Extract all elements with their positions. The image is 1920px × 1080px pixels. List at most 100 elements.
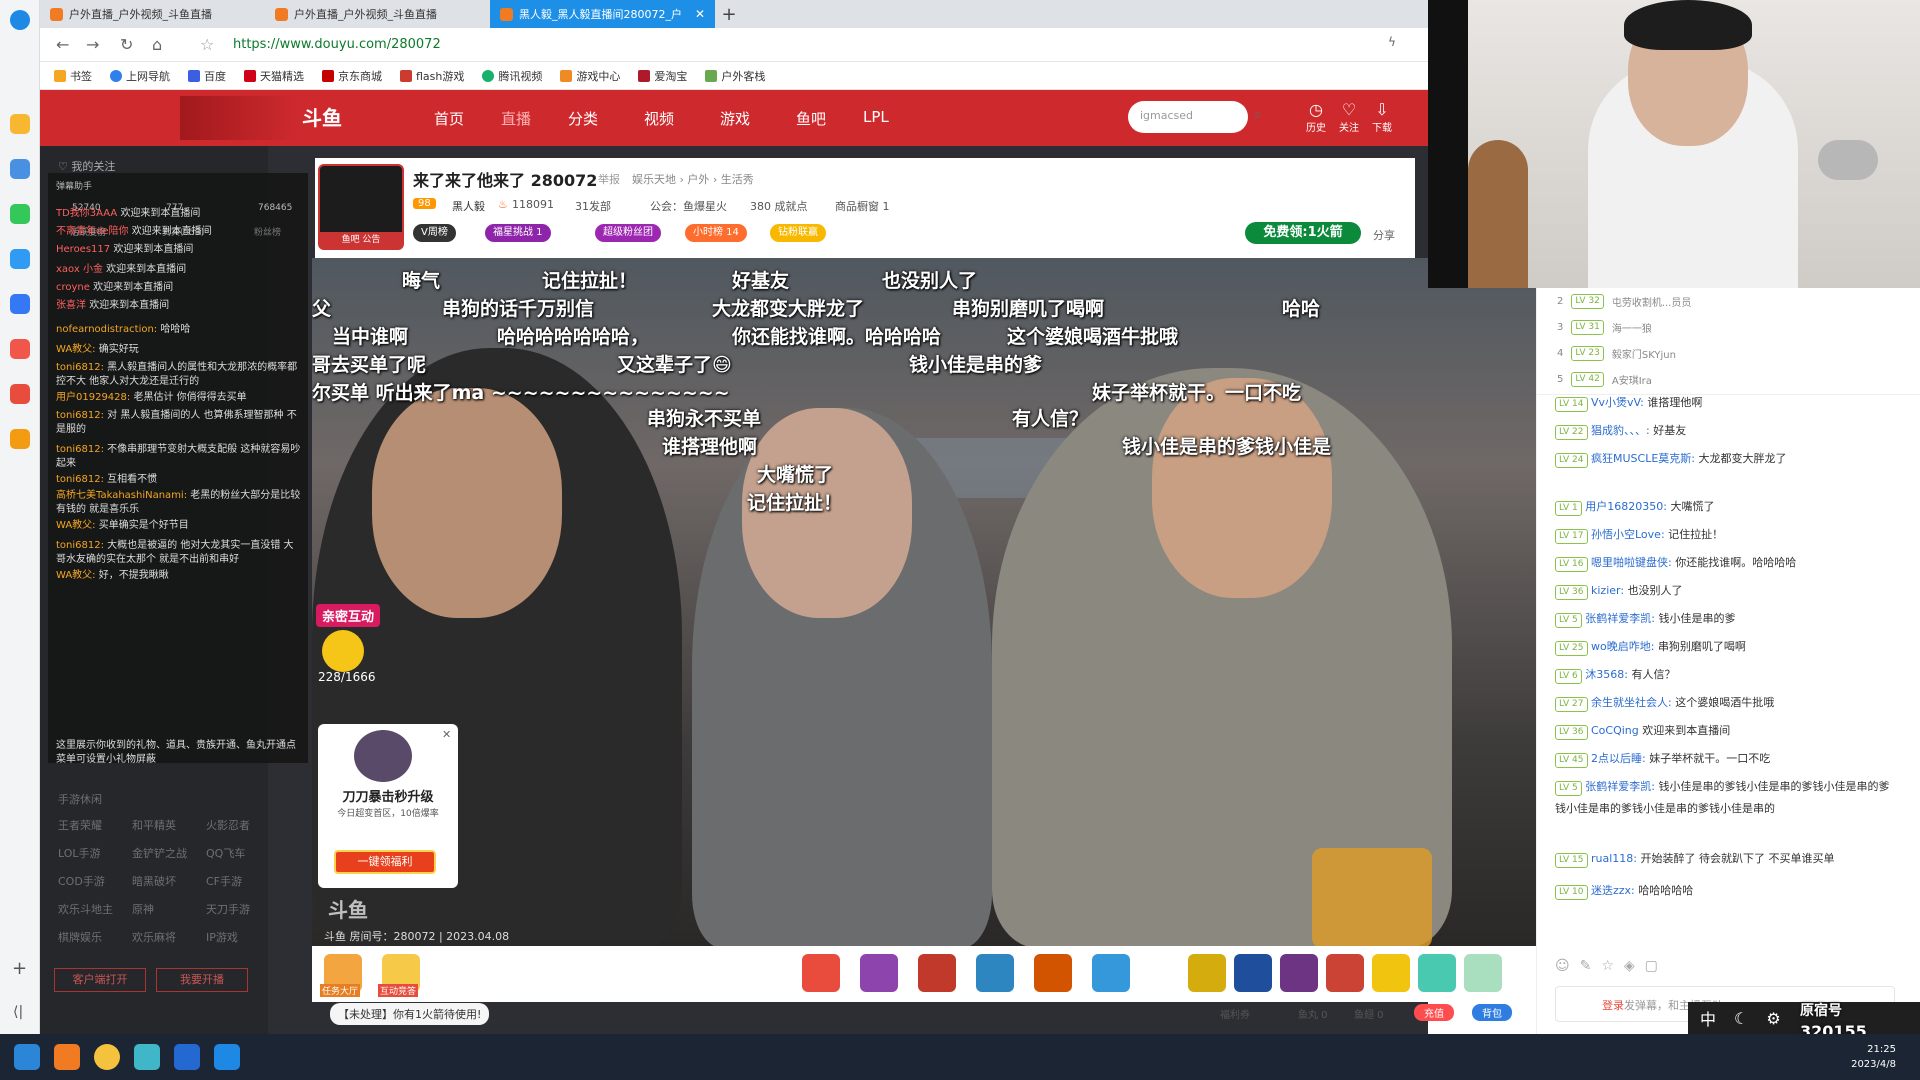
message-user[interactable]: 张喜洋 — [56, 300, 86, 311]
live-video-player[interactable]: 晦气 记住拉扯！ 好基友 也没别人了父串狗的话千万别信 大龙都变大胖龙了 串狗别磨叽了喝啊… — [312, 258, 1536, 946]
favorites-icon[interactable] — [10, 114, 30, 134]
nav-live[interactable]: 直播 — [501, 108, 531, 129]
chat-user[interactable]: 张鹤祥爱李凯: — [1585, 780, 1655, 793]
bookmark-item[interactable]: flash游戏 — [400, 68, 464, 84]
chat-user[interactable]: 猖成豹、、、: — [1591, 424, 1650, 437]
message-user[interactable]: WA教父: — [56, 570, 96, 581]
app-icon[interactable] — [54, 1044, 80, 1070]
close-icon[interactable]: ✕ — [442, 728, 451, 741]
new-tab-button[interactable]: + — [715, 0, 743, 28]
fish-treasure-icon[interactable] — [1092, 954, 1130, 992]
bookmark-item[interactable]: 京东商城 — [322, 68, 382, 84]
home-icon[interactable]: ⌂ — [152, 35, 162, 54]
sidebar-item[interactable]: 欢乐斗地主 — [58, 901, 113, 917]
bookmark-item[interactable]: 腾讯视频 — [482, 68, 542, 84]
interaction-label[interactable]: 亲密互动 — [316, 604, 381, 627]
category-breadcrumb[interactable]: 娱乐天地 › 户外 › 生活秀 — [632, 171, 754, 187]
sidebar-item[interactable]: COD手游 — [58, 873, 105, 889]
collapse-icon[interactable]: ⟨| — [13, 1004, 23, 1020]
report-link[interactable]: 举报 — [598, 171, 620, 187]
guard-icon[interactable] — [976, 954, 1014, 992]
anchor-avatar[interactable]: 鱼吧 公告 — [318, 164, 404, 250]
bag-button[interactable]: 背包 — [1472, 1004, 1512, 1021]
message-user[interactable]: 高桥七美TakahashiNanami: — [56, 490, 187, 501]
chrome-icon[interactable] — [94, 1044, 120, 1070]
follow-button[interactable]: ♡ 关注 — [1334, 100, 1364, 134]
client-open-button[interactable]: 客户端打开 — [54, 968, 146, 992]
rank-item[interactable]: 5 LV 42 A安琪Ira — [1557, 372, 1652, 387]
nav-game[interactable]: 游戏 — [720, 108, 750, 129]
challenge-tag[interactable]: 福星挑战 1 — [485, 224, 551, 242]
shop-window[interactable]: 商品橱窗 1 — [835, 198, 890, 214]
diamond-fans-tag[interactable]: 钻粉联赢 — [770, 224, 826, 242]
bookmark-item[interactable]: 户外客栈 — [705, 68, 765, 84]
sidebar-item[interactable]: IP游戏 — [206, 929, 238, 945]
message-user[interactable]: 用户01929428: — [56, 392, 130, 403]
search-icon[interactable]: ⌕ — [1254, 107, 1262, 123]
sidebar-item[interactable]: 金铲铲之战 — [132, 845, 187, 861]
rank-item[interactable]: 4 LV 23 毅家门SKYjun — [1557, 346, 1676, 361]
chat-user[interactable]: 2点以后睡: — [1591, 752, 1646, 765]
history-button[interactable]: ◷ 历史 — [1301, 100, 1331, 134]
chat-user[interactable]: 余生就坐社会人: — [1591, 696, 1672, 709]
windows-start-icon[interactable] — [14, 1044, 40, 1070]
message-user[interactable]: croyne — [56, 282, 90, 293]
welfare-link[interactable]: 福利券 — [1220, 1006, 1250, 1021]
rocket-icon[interactable] — [1234, 954, 1272, 992]
sidebar-item[interactable]: 天刀手游 — [206, 901, 250, 917]
rank-user[interactable]: 海一一狼 — [1612, 320, 1652, 335]
reload-icon[interactable]: ↻ — [120, 35, 133, 54]
diamond-fans-icon[interactable] — [860, 954, 898, 992]
nav-yuba[interactable]: 鱼吧 — [796, 108, 826, 129]
back-icon[interactable]: ← — [56, 35, 69, 54]
mail-icon[interactable] — [10, 294, 30, 314]
browser-tab-active[interactable]: 黑人毅_黑人毅直播间280072_户 ✕ — [490, 0, 715, 28]
pdf-icon[interactable] — [10, 384, 30, 404]
rank-item[interactable]: 2 LV 32 屯劳收割机...员员 — [1557, 294, 1691, 309]
gift-icon[interactable] — [1188, 954, 1226, 992]
moon-icon[interactable]: ☾ — [1734, 1009, 1748, 1028]
system-clock[interactable]: 21:25 2023/4/8 — [1851, 1042, 1896, 1072]
settings-icon[interactable]: ⚙ — [1766, 1009, 1780, 1028]
gift-icon[interactable] — [1464, 954, 1502, 992]
chat-user[interactable]: kizier: — [1591, 584, 1624, 597]
browser-tab[interactable]: 户外直播_户外视频_斗鱼直播 — [265, 0, 490, 28]
cloud-icon[interactable] — [10, 249, 30, 269]
message-user[interactable]: WA教父: — [56, 520, 96, 531]
message-user[interactable]: Heroes117 — [56, 244, 110, 255]
guild[interactable]: 公会：鱼爆星火 — [650, 198, 727, 214]
fans-home-icon[interactable] — [918, 954, 956, 992]
rank-user[interactable]: 屯劳收割机...员员 — [1612, 294, 1692, 309]
message-user[interactable]: xaox 小金 — [56, 264, 103, 275]
gift-icon[interactable] — [1418, 954, 1456, 992]
chat-user[interactable]: rual118: — [1591, 852, 1637, 865]
share-button[interactable]: 分享 — [1373, 227, 1395, 243]
anchor-name[interactable]: 黑人毅 — [452, 198, 485, 214]
message-user[interactable]: toni6812: — [56, 410, 104, 421]
history-icon[interactable] — [10, 159, 30, 179]
sidebar-item[interactable]: 王者荣耀 — [58, 817, 102, 833]
free-rocket-button[interactable]: 免费领:1火箭 — [1245, 222, 1361, 244]
download-button[interactable]: ⇩ 下载 — [1367, 100, 1397, 134]
sidebar-item[interactable]: QQ飞车 — [206, 845, 245, 861]
bookmark-item[interactable]: 爱淘宝 — [638, 68, 687, 84]
chat-toolbar[interactable]: ☺✎☆◈▢ — [1555, 958, 1895, 974]
nav-category[interactable]: 分类 — [568, 108, 598, 129]
chat-user[interactable]: wo晚启咋地: — [1591, 640, 1654, 653]
bookmark-item[interactable]: 书签 — [54, 68, 92, 84]
rank-item[interactable]: 3 LV 31 海一一狼 — [1557, 320, 1652, 335]
sidebar-item[interactable]: 原神 — [132, 901, 154, 917]
nav-video[interactable]: 视频 — [644, 108, 674, 129]
browser-tab[interactable]: 户外直播_户外视频_斗鱼直播 — [40, 0, 265, 28]
nav-home[interactable]: 首页 — [434, 108, 464, 129]
start-stream-button[interactable]: 我要开播 — [156, 968, 248, 992]
login-link[interactable]: 登录 — [1602, 999, 1624, 1012]
sidebar-item[interactable]: 和平精英 — [132, 817, 176, 833]
message-user[interactable]: toni6812: — [56, 444, 104, 455]
message-user[interactable]: 不离青年de陪你 — [56, 226, 129, 237]
gold-bar-icon[interactable] — [1372, 954, 1410, 992]
chat-user[interactable]: 嗯里啪啦键盘侠: — [1591, 556, 1672, 569]
app-icon[interactable] — [174, 1044, 200, 1070]
bookmark-item[interactable]: 百度 — [188, 68, 226, 84]
add-icon[interactable]: + — [12, 958, 27, 979]
